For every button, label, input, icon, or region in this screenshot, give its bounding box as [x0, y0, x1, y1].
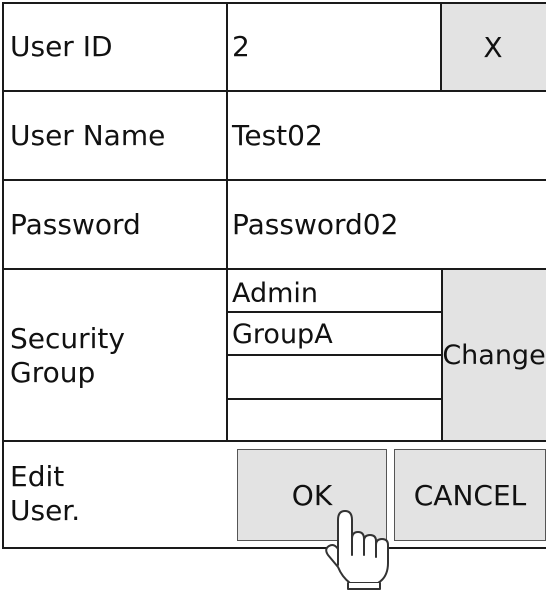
- edit-user-label: Edit User.: [10, 460, 81, 527]
- group-list-item[interactable]: GroupA: [232, 320, 333, 350]
- group-list-item[interactable]: Admin: [232, 279, 318, 309]
- security-group-label: Security Group: [10, 322, 125, 389]
- close-button-label: X: [483, 30, 503, 64]
- user-name-field[interactable]: Test02: [232, 119, 323, 153]
- group-list-divider: [228, 311, 442, 313]
- group-list-divider: [228, 398, 442, 400]
- table-border-left: [2, 2, 4, 549]
- cancel-button-label: CANCEL: [413, 478, 527, 512]
- column-divider: [226, 2, 228, 442]
- change-group-button-label: Change: [442, 339, 546, 371]
- change-group-button[interactable]: Change: [442, 270, 546, 440]
- password-label: Password: [10, 208, 141, 241]
- user-name-label: User Name: [10, 119, 166, 152]
- close-button[interactable]: X: [440, 4, 546, 90]
- row-divider: [2, 440, 546, 442]
- row-divider: [2, 90, 546, 92]
- user-id-value[interactable]: 2: [232, 30, 250, 64]
- column-divider: [440, 2, 442, 92]
- edit-user-panel: X Change User ID 2 User Name Test02 Pass…: [2, 2, 546, 549]
- password-field[interactable]: Password02: [232, 208, 398, 242]
- table-border-bottom: [2, 547, 546, 549]
- cancel-button[interactable]: CANCEL: [394, 449, 546, 541]
- group-list-divider: [228, 354, 442, 356]
- pointing-hand-icon: [325, 510, 389, 590]
- row-divider: [2, 268, 546, 270]
- user-id-label: User ID: [10, 30, 113, 63]
- row-divider: [2, 179, 546, 181]
- table-border-top: [2, 2, 546, 4]
